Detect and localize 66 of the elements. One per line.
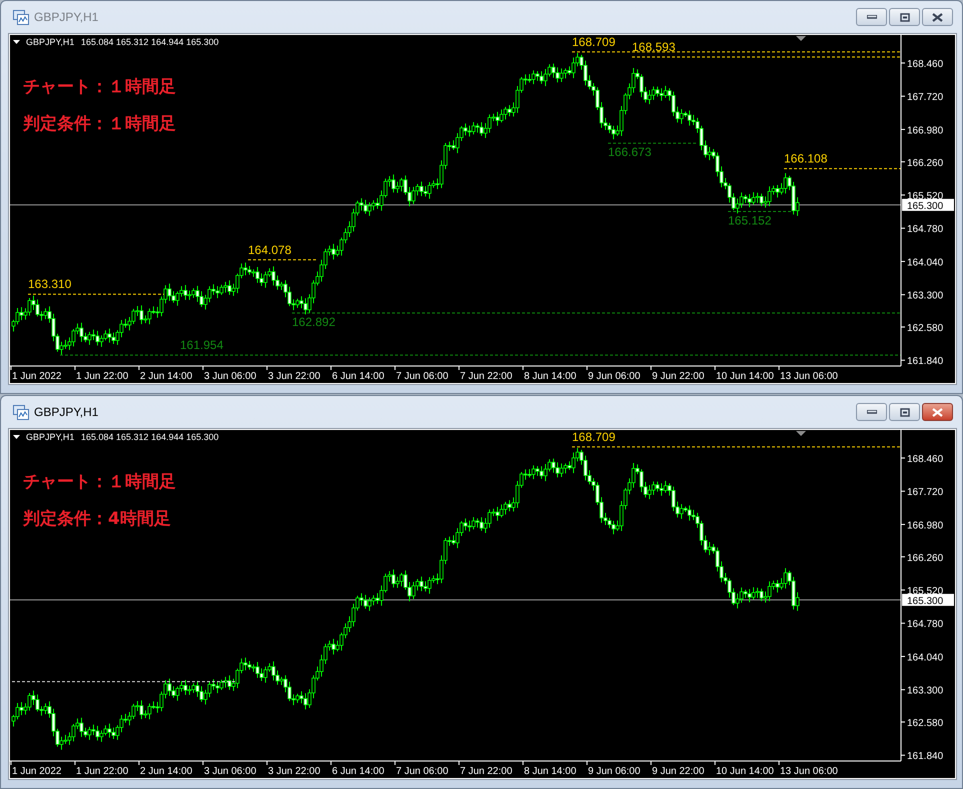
time-axis-label: 3 Jun 22:00: [268, 766, 320, 777]
price-axis-label: 167.720: [907, 487, 944, 498]
price-level-label: 162.892: [292, 315, 336, 329]
time-axis-label: 3 Jun 22:00: [268, 371, 320, 382]
price-axis-label: 163.300: [907, 686, 944, 697]
price-axis-label: 162.580: [907, 323, 944, 334]
price-axis-label: 168.460: [907, 454, 944, 465]
price-level-label: 164.078: [248, 242, 292, 257]
chart-symbol: GBPJPY,H1: [26, 37, 74, 47]
time-axis-label: 8 Jun 14:00: [524, 766, 576, 777]
time-axis-label: 7 Jun 06:00: [396, 766, 448, 777]
price-level-label: 166.108: [784, 152, 828, 166]
time-axis-label: 6 Jun 14:00: [332, 766, 384, 777]
window-title: GBPJPY,H1: [34, 404, 98, 421]
price-axis-label: 168.460: [907, 59, 944, 70]
time-axis-label: 13 Jun 06:00: [780, 766, 838, 777]
price-axis-label: 164.040: [907, 257, 944, 268]
chart-note: 判定条件：4時間足: [23, 509, 171, 529]
price-axis-label: 164.040: [907, 652, 944, 664]
price-level-label: 165.152: [728, 214, 772, 228]
time-axis-label: 6 Jun 14:00: [332, 371, 384, 382]
price-axis-label: 164.780: [907, 224, 944, 236]
window-title: GBPJPY,H1: [34, 9, 98, 26]
chart-note: 判定条件：１時間足: [23, 114, 176, 134]
price-axis-label: 161.840: [907, 356, 944, 368]
time-axis-label: 2 Jun 14:00: [140, 371, 192, 382]
price-level-label: 168.593: [632, 40, 676, 54]
time-axis-label: 1 Jun 2022: [12, 766, 62, 777]
price-level-label: 161.954: [180, 338, 224, 352]
time-axis-label: 1 Jun 2022: [12, 371, 62, 382]
time-axis-label: 10 Jun 14:00: [716, 766, 774, 777]
price-axis-label: 166.980: [907, 520, 944, 532]
current-price-tag: 165.300: [902, 594, 954, 607]
time-axis-label: 7 Jun 22:00: [460, 371, 512, 382]
price-axis-label: 161.840: [907, 751, 944, 762]
chart-note: チャート：１時間足: [23, 77, 176, 97]
time-axis-label: 9 Jun 06:00: [588, 371, 640, 382]
time-axis-label: 7 Jun 22:00: [460, 766, 512, 777]
time-axis-label: 1 Jun 22:00: [76, 766, 128, 777]
price-axis-label: 164.780: [907, 619, 944, 630]
price-axis-label: 166.980: [907, 125, 944, 136]
time-axis-label: 1 Jun 22:00: [76, 371, 128, 382]
price-axis-label: 166.260: [907, 552, 944, 564]
price-axis-label: 162.580: [907, 718, 944, 729]
chart-note: チャート：１時間足: [23, 472, 176, 492]
chart-ohlc-quote: 165.084 165.312 164.944 165.300: [81, 37, 219, 47]
time-axis-label: 3 Jun 06:00: [204, 371, 256, 382]
price-axis-label: 167.720: [907, 92, 944, 104]
current-price-tag: 165.300: [902, 198, 954, 212]
time-axis-label: 2 Jun 14:00: [140, 766, 192, 777]
chart-ohlc-quote: 165.084 165.312 164.944 165.300: [81, 432, 219, 442]
time-axis-label: 9 Jun 22:00: [652, 766, 704, 777]
time-axis-label: 3 Jun 06:00: [204, 766, 256, 777]
time-axis-label: 13 Jun 06:00: [780, 371, 838, 382]
time-axis-label: 9 Jun 22:00: [652, 371, 704, 382]
time-axis-label: 7 Jun 06:00: [396, 371, 448, 382]
time-axis-label: 9 Jun 06:00: [588, 766, 640, 777]
price-axis-label: 166.260: [907, 158, 944, 169]
price-level-label: 168.709: [572, 35, 616, 49]
time-axis-label: 10 Jun 14:00: [716, 371, 774, 382]
time-axis-label: 8 Jun 14:00: [524, 371, 576, 382]
price-axis-label: 163.300: [907, 290, 944, 302]
price-level-label: 168.709: [572, 430, 616, 444]
chart-symbol: GBPJPY,H1: [26, 432, 74, 442]
price-level-label: 163.310: [28, 277, 72, 292]
price-level-label: 166.673: [608, 145, 652, 160]
